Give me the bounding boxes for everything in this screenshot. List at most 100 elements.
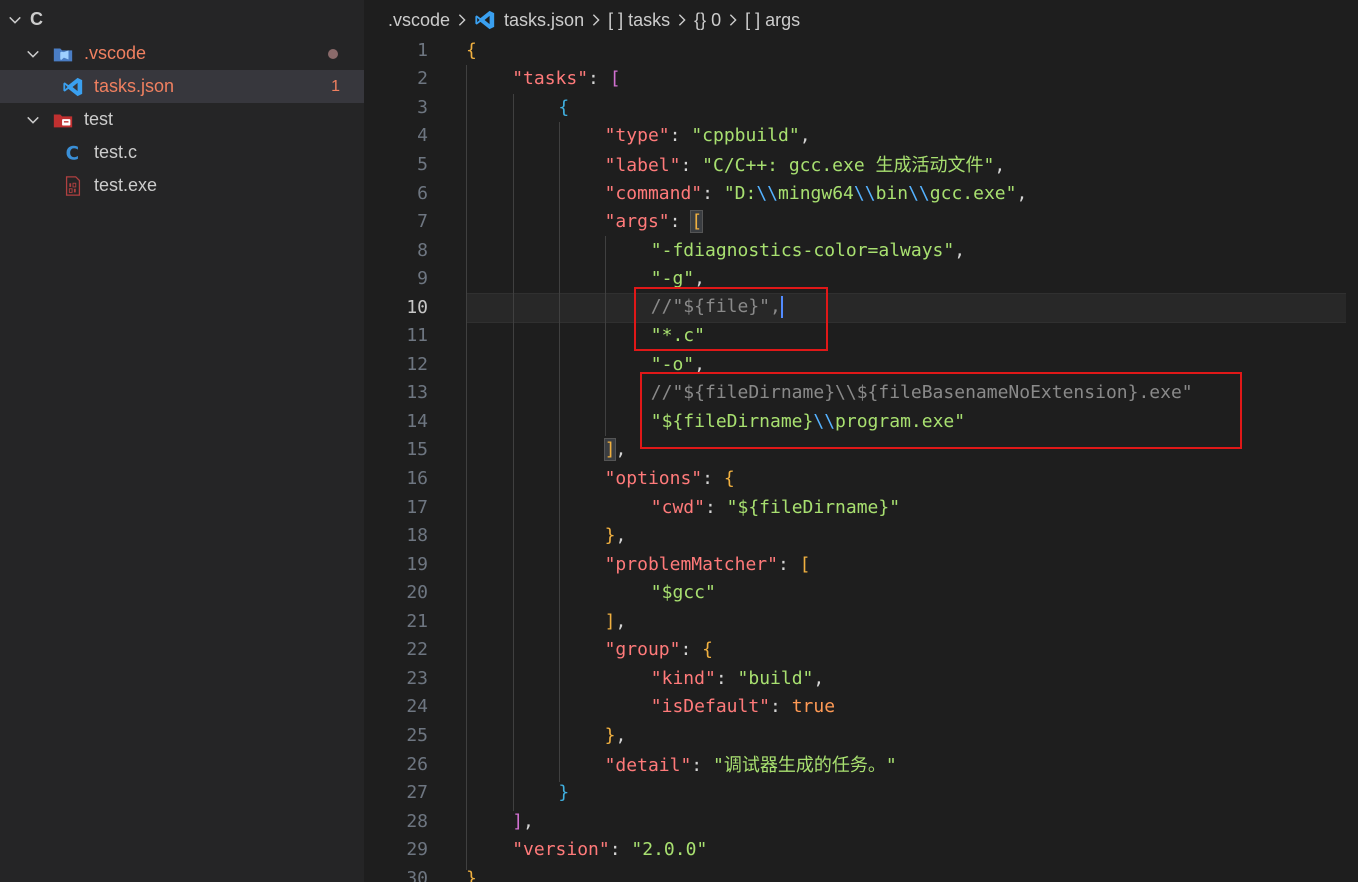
code-line[interactable]: 29 "version": "2.0.0" <box>364 835 1358 864</box>
code-line[interactable]: 18}, <box>364 521 1358 550</box>
code-token: "build" <box>737 667 814 689</box>
line-number: 27 <box>406 782 428 804</box>
code-line[interactable]: 28], <box>364 807 1358 836</box>
tree-item-label: test.c <box>94 142 138 162</box>
code-line[interactable]: 17 "cwd": "${fileDirname}" <box>364 493 1358 522</box>
code-text[interactable]: } <box>558 782 569 803</box>
code-line[interactable]: 7 "args": [ <box>364 207 1358 236</box>
code-token: : <box>691 755 713 777</box>
code-token: \\ <box>756 182 779 204</box>
code-text[interactable]: }, <box>605 725 627 746</box>
code-text[interactable]: "type": "cppbuild", <box>605 125 811 146</box>
code-line[interactable]: 11 "*.c" <box>364 322 1358 351</box>
line-number: 10 <box>406 296 428 318</box>
code-text[interactable]: ], <box>512 811 534 832</box>
code-line[interactable]: 23 "kind": "build", <box>364 664 1358 693</box>
code-line[interactable]: 1{ <box>364 36 1358 65</box>
line-number: 30 <box>406 867 428 882</box>
breadcrumb-symbol-0[interactable]: {} 0 <box>694 10 721 31</box>
code-text[interactable]: "label": "C/C++: gcc.exe 生成活动文件", <box>605 151 1006 177</box>
code-token: "group" <box>604 639 681 661</box>
code-text[interactable]: } <box>466 868 477 882</box>
code-text[interactable]: "isDefault": true <box>651 696 835 717</box>
code-text[interactable]: "args": [ <box>604 210 704 234</box>
code-token: "2.0.0" <box>631 839 708 861</box>
code-token: true <box>791 696 836 718</box>
tree-item-vscode-folder[interactable]: .vscode <box>0 37 364 70</box>
code-text[interactable]: { <box>466 40 477 61</box>
code-line[interactable]: 2 "tasks": [ <box>364 65 1358 94</box>
code-editor[interactable]: .vscode tasks.json [ ] tasks {} 0 [ ] ar… <box>364 0 1358 882</box>
code-line[interactable]: 27} <box>364 778 1358 807</box>
code-line[interactable]: 22 "group": { <box>364 636 1358 665</box>
code-line[interactable]: 8 "-fdiagnostics-color=always", <box>364 236 1358 265</box>
chevron-down-icon[interactable] <box>8 13 22 27</box>
code-text[interactable]: ], <box>603 438 626 462</box>
tree-item-label: test.exe <box>94 175 158 195</box>
code-token: "args" <box>604 211 670 233</box>
code-text[interactable]: "version": "2.0.0" <box>512 839 707 860</box>
code-line[interactable]: 3{ <box>364 93 1358 122</box>
tree-item-test-c[interactable]: C test.c <box>0 136 364 169</box>
code-line[interactable]: 5 "label": "C/C++: gcc.exe 生成活动文件", <box>364 150 1358 179</box>
code-text[interactable]: "problemMatcher": [ <box>605 554 811 575</box>
code-line[interactable]: 19 "problemMatcher": [ <box>364 550 1358 579</box>
annotation-box <box>640 372 1242 449</box>
code-text[interactable]: ], <box>605 611 627 632</box>
code-token: } <box>604 724 616 746</box>
code-text[interactable]: "detail": "调试器生成的任务。" <box>605 751 897 777</box>
code-line[interactable]: 25}, <box>364 721 1358 750</box>
code-token: , <box>954 239 966 261</box>
code-text[interactable]: "kind": "build", <box>651 668 824 689</box>
code-token: ] <box>604 610 616 632</box>
code-line[interactable]: 4 "type": "cppbuild", <box>364 122 1358 151</box>
code-text[interactable]: "$gcc" <box>651 582 716 603</box>
line-number: 17 <box>406 496 428 518</box>
line-number: 25 <box>406 724 428 746</box>
breadcrumb-folder[interactable]: .vscode <box>388 10 450 31</box>
code-text[interactable]: { <box>558 97 569 118</box>
explorer-root-folder[interactable]: C <box>0 3 364 36</box>
code-line[interactable]: 26 "detail": "调试器生成的任务。" <box>364 750 1358 779</box>
code-text[interactable]: "cwd": "${fileDirname}" <box>651 497 900 518</box>
chevron-down-icon[interactable] <box>26 113 40 127</box>
line-number: 12 <box>406 353 428 375</box>
breadcrumb-file[interactable]: tasks.json <box>474 9 584 31</box>
code-line[interactable]: 16 "options": { <box>364 464 1358 493</box>
breadcrumb-symbol-tasks[interactable]: [ ] tasks <box>608 10 670 31</box>
code-token: "cwd" <box>650 496 705 518</box>
test-folder-icon <box>52 109 74 131</box>
problem-count-badge: 1 <box>331 77 340 95</box>
code-token: [ <box>799 553 811 575</box>
code-line[interactable]: 30} <box>364 864 1358 882</box>
code-token: \\ <box>853 182 876 204</box>
code-line[interactable]: 24 "isDefault": true <box>364 693 1358 722</box>
vscode-folder-icon <box>52 43 74 65</box>
code-line[interactable]: 6 "command": "D:\\mingw64\\bin\\gcc.exe", <box>364 179 1358 208</box>
code-text[interactable]: "-fdiagnostics-color=always", <box>651 240 965 261</box>
code-token: gcc.exe" <box>929 182 1017 204</box>
code-line[interactable]: 21], <box>364 607 1358 636</box>
tree-item-tasks-json[interactable]: tasks.json 1 <box>0 70 364 103</box>
code-token: bin <box>875 182 909 204</box>
line-number: 2 <box>417 68 428 90</box>
code-text[interactable]: "options": { <box>605 468 735 489</box>
breadcrumb-symbol-args[interactable]: [ ] args <box>745 10 800 31</box>
chevron-down-icon[interactable] <box>26 47 40 61</box>
tree-item-label: test <box>84 109 114 129</box>
code-token: "options" <box>604 468 703 490</box>
code-text[interactable]: "tasks": [ <box>512 68 620 89</box>
code-line[interactable]: 9 "-g", <box>364 264 1358 293</box>
tree-item-test-exe[interactable]: test.exe <box>0 169 364 202</box>
code-line[interactable]: 20 "$gcc" <box>364 578 1358 607</box>
code-token: : <box>680 639 703 661</box>
code-text[interactable]: }, <box>605 525 627 546</box>
tree-item-test-folder[interactable]: test <box>0 103 364 136</box>
code-text[interactable]: "group": { <box>605 639 713 660</box>
code-line[interactable]: 10//"${file}", <box>364 293 1358 322</box>
code-text[interactable]: "command": "D:\\mingw64\\bin\\gcc.exe", <box>605 183 1028 204</box>
code-token: : <box>770 696 792 718</box>
code-token: , <box>813 667 825 689</box>
tree-item-label: .vscode <box>84 43 147 63</box>
tree-item-label: tasks.json <box>94 76 175 96</box>
